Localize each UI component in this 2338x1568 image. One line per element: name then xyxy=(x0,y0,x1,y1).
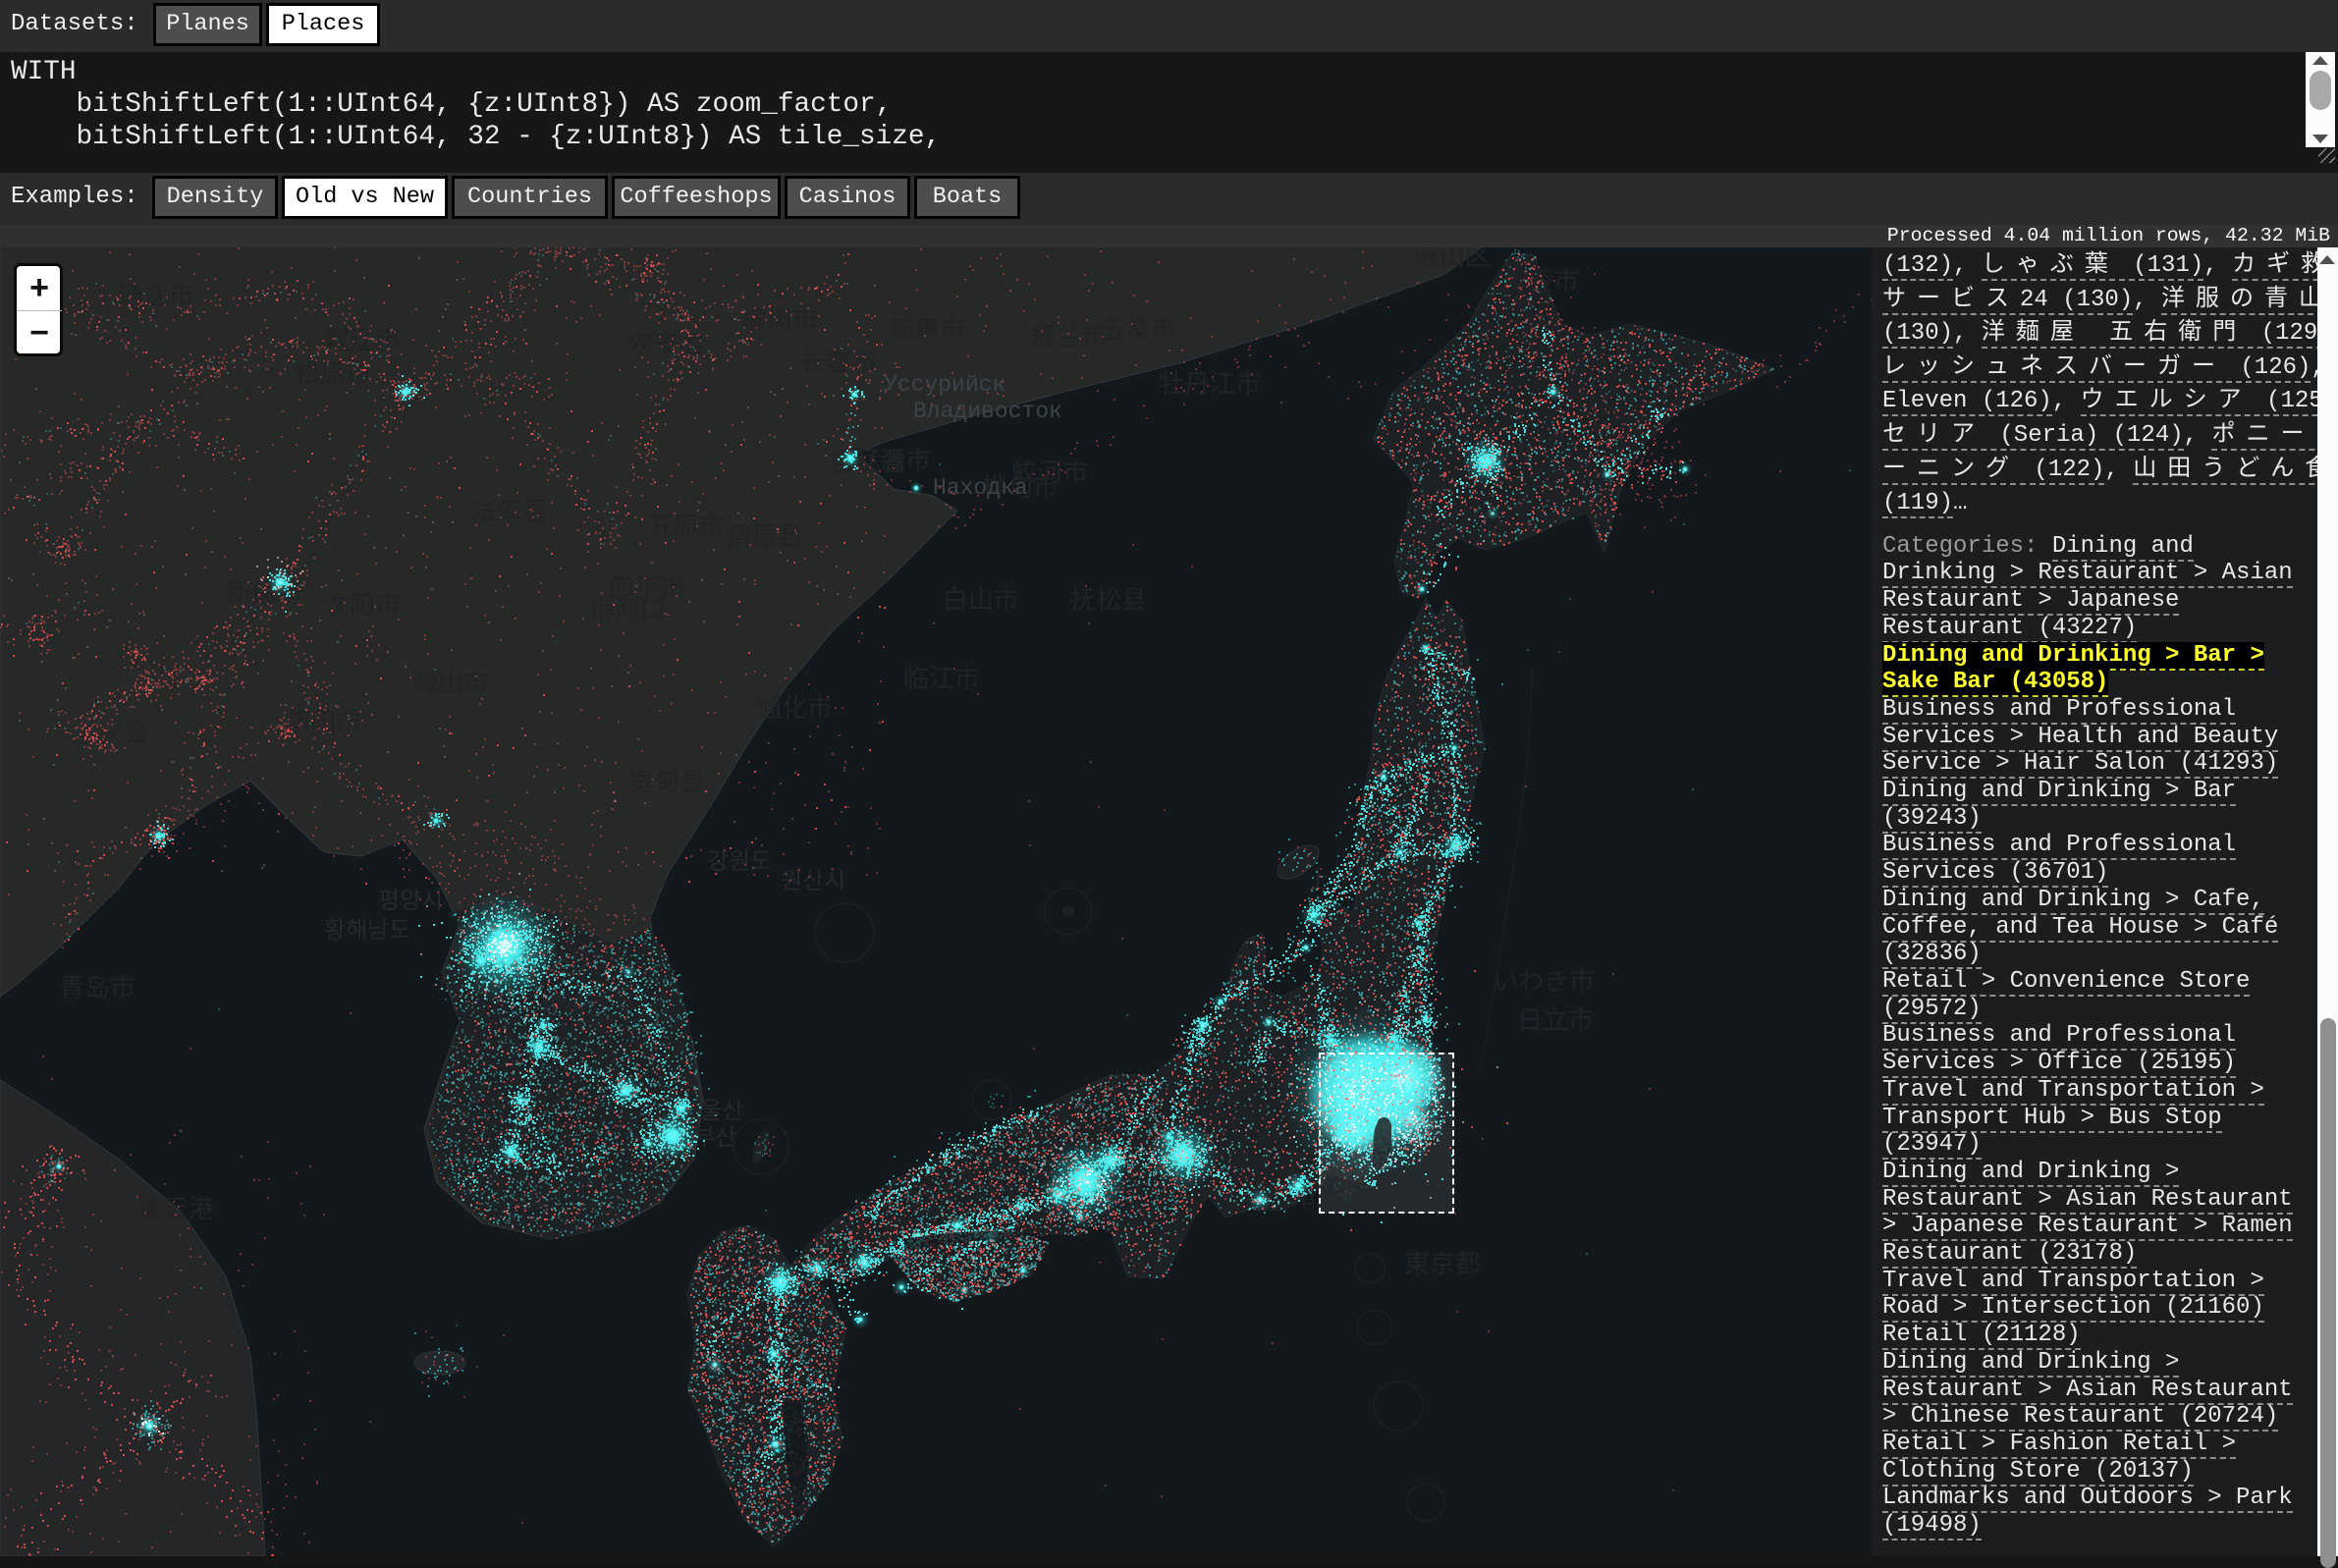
svg-text:德惠市: 德惠市 xyxy=(889,316,965,347)
svg-text:평안남도: 평안남도 xyxy=(565,843,651,872)
svg-text:穆棱市: 穆棱市 xyxy=(1502,267,1579,297)
svg-text:원산시: 원산시 xyxy=(781,868,845,896)
svg-text:双辽市: 双辽市 xyxy=(324,326,401,356)
svg-text:평양시: 평양시 xyxy=(378,888,443,916)
svg-text:朝阳市: 朝阳市 xyxy=(285,709,361,739)
svg-text:松原市: 松原市 xyxy=(295,360,371,391)
svg-text:法库县: 法库县 xyxy=(471,498,548,528)
svg-text:梅河口: 梅河口 xyxy=(589,596,666,626)
svg-text:울산: 울산 xyxy=(700,1098,743,1126)
svg-text:いわき市: いわき市 xyxy=(1493,967,1595,998)
svg-text:황해남도: 황해남도 xyxy=(324,917,410,946)
svg-text:白山市: 白山市 xyxy=(943,586,1019,617)
svg-text:临江市: 临江市 xyxy=(903,665,980,695)
svg-text:青岛市: 青岛市 xyxy=(59,974,136,1004)
svg-text:鞍山市: 鞍山市 xyxy=(412,670,489,700)
svg-text:日立市: 日立市 xyxy=(1517,1006,1594,1037)
svg-text:東京都: 東京都 xyxy=(1404,1250,1481,1280)
svg-text:清原县: 清原县 xyxy=(727,522,803,553)
svg-text:辽源市: 辽源市 xyxy=(854,447,931,477)
svg-text:舒兰市: 舒兰市 xyxy=(1031,323,1108,353)
svg-text:五常市: 五常市 xyxy=(1100,316,1176,347)
svg-text:榆树市: 榆树市 xyxy=(741,306,818,337)
svg-text:沈阳市: 沈阳市 xyxy=(324,591,401,622)
svg-text:开原市: 开原市 xyxy=(648,513,725,543)
svg-text:Находка: Находка xyxy=(933,475,1028,501)
svg-text:부산: 부산 xyxy=(693,1124,736,1153)
svg-text:Владивосток: Владивосток xyxy=(913,399,1062,424)
svg-text:连云港: 连云港 xyxy=(137,1195,214,1225)
svg-text:Уссурийск: Уссурийск xyxy=(884,372,1006,398)
svg-text:长春市: 长春市 xyxy=(800,349,877,379)
svg-text:牡丹江市: 牡丹江市 xyxy=(1159,370,1261,401)
svg-text:宽甸县: 宽甸县 xyxy=(628,768,705,798)
svg-text:抚松县: 抚松县 xyxy=(1070,586,1147,617)
svg-text:通化市: 通化市 xyxy=(756,694,833,725)
svg-text:강원도: 강원도 xyxy=(707,848,772,877)
